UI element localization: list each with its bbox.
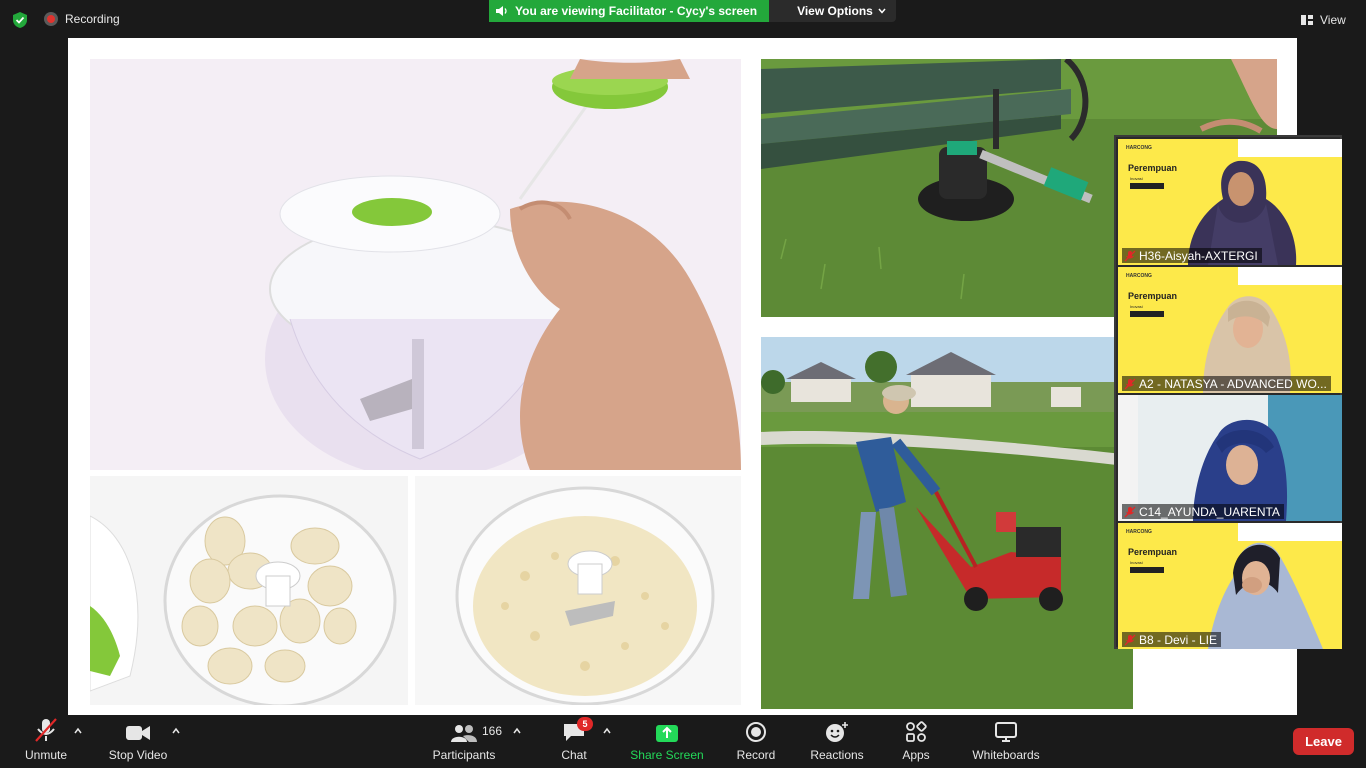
mic-muted-icon [35,718,57,742]
garlic-cloves-bowl-photo [90,476,408,705]
chevron-down-icon [878,8,886,14]
zoom-meeting-window: Recording You are viewing Facilitator - … [0,0,1366,768]
participant-video [1118,139,1342,265]
participant-name-label: C14_AYUNDA_UARENTA [1122,504,1284,519]
banner-title: Perempuan [1128,547,1178,557]
view-options-label: View Options [797,4,873,18]
participant-name-label: B8 - Devi - LIE [1122,632,1222,647]
apps-icon [906,721,927,742]
video-camera-icon [126,726,150,740]
brand-label: HARCONG [1126,529,1152,535]
meeting-toolbar: Unmute Stop Video 166 Participants 5 Cha… [0,715,1366,768]
share-screen-button[interactable]: Share Screen [630,715,704,768]
speaker-icon [496,6,507,16]
banner-title: Perempuan [1128,163,1178,173]
brand-label: HARCONG [1126,145,1152,151]
grid-view-icon [1301,15,1313,25]
banner-subtitle: Inovasi [1130,304,1143,309]
whiteboards-label: Whiteboards [972,748,1040,762]
participant-video [1118,523,1342,649]
mic-muted-icon [1124,634,1136,645]
participant-name: A2 - NATASYA - ADVANCED WO... [1139,376,1327,391]
banner-tag [1130,311,1164,317]
chat-options-chevron-icon[interactable] [602,726,612,736]
leave-button[interactable]: Leave [1293,728,1354,755]
record-button[interactable]: Record [734,715,778,768]
recording-icon [44,12,58,26]
record-label: Record [736,748,776,762]
recording-indicator[interactable]: Recording [44,12,120,26]
viewing-banner-text: You are viewing Facilitator - Cycy's scr… [515,4,758,18]
encryption-shield-icon[interactable] [11,11,29,29]
mic-muted-icon [1124,506,1136,517]
stop-video-button[interactable]: Stop Video [106,715,170,768]
participant-tile[interactable]: HARCONG Perempuan Inovasi A2 - NATASYA -… [1118,267,1342,393]
chat-unread-badge: 5 [577,717,593,731]
participant-tile[interactable]: HARCONG Perempuan Inovasi H36-Aisyah-AXT… [1118,139,1342,265]
banner-subtitle: Inovasi [1130,560,1143,565]
apps-button[interactable]: Apps [898,715,934,768]
brand-label: HARCONG [1126,273,1152,279]
view-label: View [1320,13,1346,27]
chat-button[interactable]: 5 Chat [554,715,594,768]
minced-garlic-bowl-photo [415,476,741,705]
view-options-button[interactable]: View Options [769,0,896,22]
mic-muted-icon [1124,378,1136,389]
emoji-reactions-icon [826,722,848,742]
participant-name-label: A2 - NATASYA - ADVANCED WO... [1122,376,1331,391]
whiteboards-button[interactable]: Whiteboards [968,715,1044,768]
participants-count: 166 [482,724,503,738]
top-bar: Recording You are viewing Facilitator - … [0,0,1366,38]
unmute-button[interactable]: Unmute [20,715,72,768]
screen-share-banner: You are viewing Facilitator - Cycy's scr… [489,0,896,22]
participant-name: C14_AYUNDA_UARENTA [1139,504,1280,519]
recording-label: Recording [65,12,120,26]
participant-video [1118,395,1342,521]
viewing-banner: You are viewing Facilitator - Cycy's scr… [489,0,770,22]
participant-video [1118,267,1342,393]
video-options-chevron-icon[interactable] [171,726,181,736]
banner-title: Perempuan [1128,291,1178,301]
participant-thumbnails: HARCONG Perempuan Inovasi H36-Aisyah-AXT… [1114,135,1342,649]
share-screen-label: Share Screen [630,748,704,762]
whiteboard-icon [995,722,1017,742]
participants-options-chevron-icon[interactable] [512,726,522,736]
participant-name-label: H36-Aisyah-AXTERGI [1122,248,1262,263]
reactions-label: Reactions [810,748,864,762]
participants-icon [451,725,477,742]
participants-button[interactable]: 166 Participants [431,715,502,768]
shared-screen-content [68,38,1297,715]
participant-name: H36-Aisyah-AXTERGI [1139,248,1258,263]
participant-tile[interactable]: C14_AYUNDA_UARENTA [1118,395,1342,521]
banner-tag [1130,567,1164,573]
stop-video-label: Stop Video [108,748,168,762]
chat-label: Chat [561,748,587,762]
reactions-button[interactable]: Reactions [808,715,866,768]
banner-tag [1130,183,1164,189]
participant-name: B8 - Devi - LIE [1139,632,1218,647]
food-chopper-photo [90,59,741,470]
mic-muted-icon [1124,250,1136,261]
record-icon [746,722,766,742]
banner-subtitle: Inovasi [1130,176,1143,181]
participant-tile[interactable]: HARCONG Perempuan Inovasi B8 - Devi - LI… [1118,523,1342,649]
unmute-label: Unmute [24,748,68,762]
participants-label: Participants [432,748,496,762]
view-button[interactable]: View [1300,8,1346,32]
lawn-mower-photo [761,337,1133,709]
audio-options-chevron-icon[interactable] [73,726,83,736]
apps-label: Apps [902,748,930,762]
share-screen-icon [656,725,678,742]
